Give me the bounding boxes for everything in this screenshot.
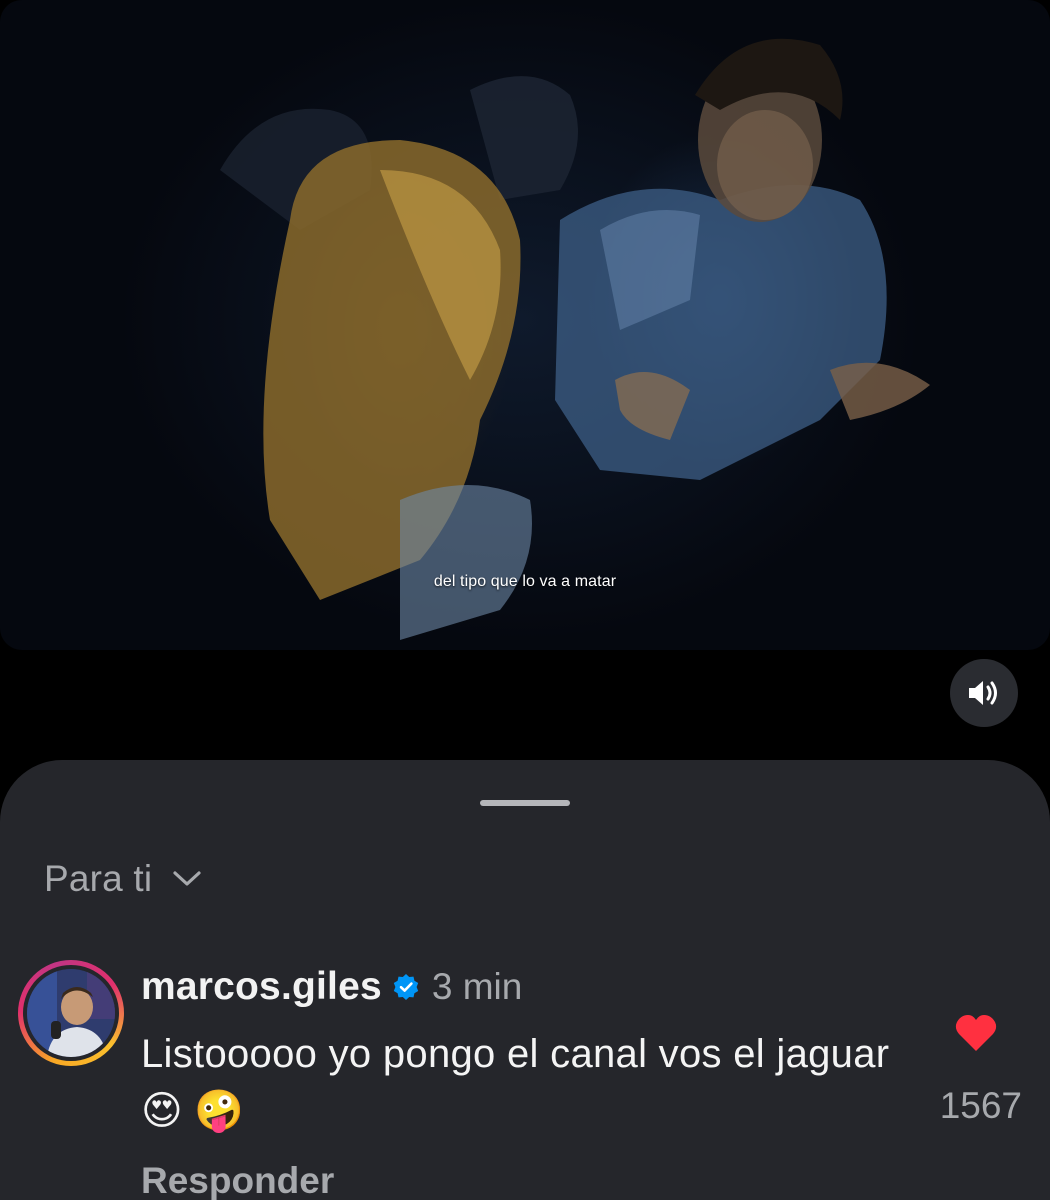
sheet-drag-handle[interactable] [480, 800, 570, 806]
verified-badge-icon [393, 974, 419, 1000]
avatar-photo [27, 969, 115, 1057]
avatar[interactable] [18, 960, 124, 1066]
like-count: 1567 [939, 1085, 1022, 1126]
reels-screen: del tipo que lo va a matar Para ti marco… [0, 0, 1050, 1200]
comment-username[interactable]: marcos.giles [141, 965, 382, 1009]
filter-label: Para ti [44, 858, 153, 899]
comment-header: marcos.giles 3 min [141, 963, 522, 1011]
avatar-image [27, 969, 115, 1057]
video-subtitle: del tipo que lo va a matar [433, 573, 617, 590]
video-frame [220, 38, 930, 640]
comments-sheet: Para ti marcos.giles 3 min Listooooo yo … [0, 760, 1050, 1200]
comment-text: Listooooo yo pongo el canal vos el jagua… [141, 1032, 890, 1133]
volume-button[interactable] [950, 659, 1018, 727]
comments-filter-dropdown[interactable]: Para ti [44, 858, 202, 900]
heart-icon[interactable] [954, 1013, 998, 1053]
chevron-down-icon [173, 871, 201, 886]
comment-timestamp: 3 min [431, 966, 523, 1007]
speaker-volume-icon [969, 681, 997, 705]
reply-button[interactable]: Responder [141, 1160, 334, 1200]
avatar-ring-gap [23, 965, 119, 1061]
video-player[interactable]: del tipo que lo va a matar [0, 0, 1050, 650]
